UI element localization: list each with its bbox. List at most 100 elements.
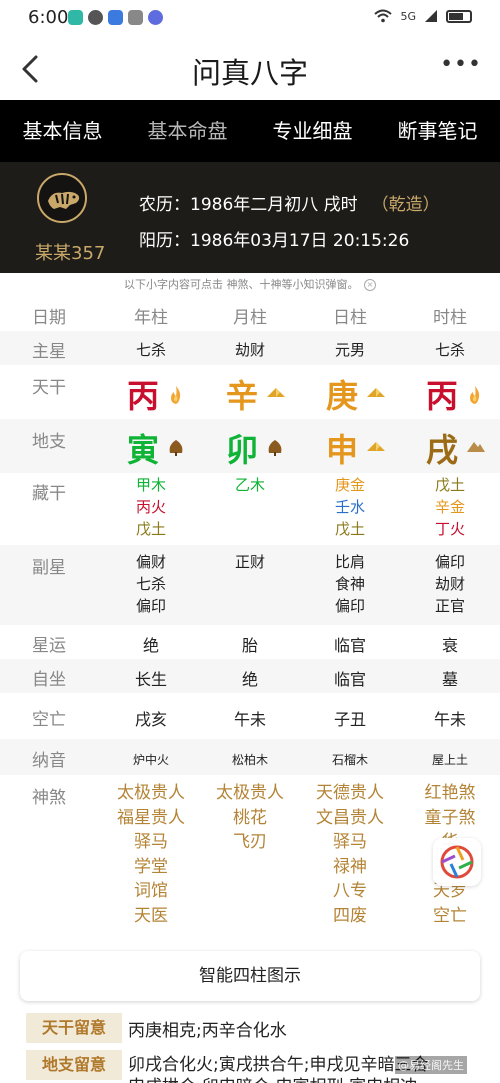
lunar-label: 农历： [139,195,190,215]
void-cell[interactable]: 戌亥 [101,706,201,730]
star-fortune-cell[interactable]: 临官 [300,632,400,656]
hidden-stem: 戊土 [434,476,465,494]
spirit-item[interactable]: 学堂 [101,855,201,880]
branch-cell[interactable]: 卯 [200,425,300,469]
hidden-stem: 乙木 [234,476,265,494]
self-seat-cell[interactable]: 绝 [200,666,300,690]
tab-professional-chart[interactable]: 专业细盘 [250,100,375,162]
hidden-stem: 甲木 [135,476,166,494]
hidden-stem-cell[interactable]: 乙木 [200,474,300,496]
self-seat-cell[interactable]: 墓 [400,666,500,690]
stem-note-badge: 天干留意 [26,1013,122,1043]
secondary-star-cell[interactable]: 偏印 劫财 正官 [400,551,500,617]
nayin-cell[interactable]: 松柏木 [200,751,300,768]
secondary-star-cell[interactable]: 比肩 食神 偏印 [300,551,400,617]
spirit-item[interactable]: 红艳煞 [400,781,500,806]
branch-char: 戌 [426,431,459,469]
secondary-star-cell[interactable]: 正财 [200,551,300,573]
tiger-icon [48,191,80,209]
main-star-cell[interactable]: 劫财 [200,339,300,360]
avatar[interactable] [37,173,87,223]
wifi-icon [374,9,393,23]
lunar-date: 农历：1986年二月初八 戌时 （乾造） [139,190,440,215]
spirit-cell: 太极贵人 桃花 飞刃 [200,781,300,855]
spirit-item[interactable]: 禄神 [300,855,400,880]
void-cell[interactable]: 午未 [400,706,500,730]
spirit-item[interactable]: 飞刃 [200,830,300,855]
column-day: 日柱 [333,308,367,328]
more-options-button[interactable]: ••• [440,52,482,77]
spirit-item[interactable]: 天德贵人 [300,781,400,806]
main-star-cell[interactable]: 七杀 [400,339,500,360]
void-cell[interactable]: 子丑 [300,706,400,730]
star-fortune-cell[interactable]: 绝 [101,632,201,656]
spirit-item[interactable]: 四废 [300,904,400,929]
close-icon[interactable]: × [364,279,376,291]
hidden-stem-cell[interactable]: 庚金 壬水 戊土 [300,474,400,540]
spirit-item[interactable]: 福星贵人 [101,806,201,831]
smart-chart-button[interactable]: 智能四柱图示 [20,951,480,1001]
hidden-stem-row: 藏干 甲木 丙火 戊土 乙木 庚金 壬水 戊土 戊土 辛金 丁火 [0,473,500,545]
secondary-star: 偏印 [434,553,465,571]
spirit-item[interactable]: 太极贵人 [101,781,201,806]
stem-cell[interactable]: 辛 [200,371,300,415]
nayin-cell[interactable]: 石榴木 [300,751,400,768]
stem-cell[interactable]: 庚 [300,371,400,415]
solar-label: 阳历： [139,231,190,251]
main-star-cell[interactable]: 七杀 [101,339,201,360]
branch-cell[interactable]: 戌 [400,425,500,469]
signal-icon [425,10,437,22]
column-hour: 时柱 [433,308,467,328]
star-fortune-cell[interactable]: 胎 [200,632,300,656]
metal-icon [367,442,385,451]
spirit-item[interactable]: 天医 [101,904,201,929]
tab-basic-chart[interactable]: 基本命盘 [125,100,250,162]
self-seat-cell[interactable]: 长生 [101,666,201,690]
secondary-star-cell[interactable]: 偏财 七杀 偏印 [101,551,201,617]
main-star-cell[interactable]: 元男 [300,339,400,360]
spirit-item[interactable]: 驿马 [101,830,201,855]
spirit-item[interactable]: 太极贵人 [200,781,300,806]
tip-notice: 以下小字内容可点击 神煞、十神等小知识弹窗。 × [0,273,500,297]
tab-basic-info[interactable]: 基本信息 [0,100,125,162]
nayin-cell[interactable]: 屋上土 [400,751,500,768]
branch-cell[interactable]: 申 [300,425,400,469]
main-star-row: 主星 七杀 劫财 元男 七杀 [0,331,500,365]
column-year: 年柱 [134,308,168,328]
hidden-stem-cell[interactable]: 甲木 丙火 戊土 [101,474,201,540]
stem-note-text[interactable]: 丙庚相克;丙辛合化水 [128,1016,287,1041]
branch-note-text-continued[interactable]: 申戌拱合;卯申暗合;申寅相刑;寅申相冲 [128,1072,417,1083]
row-label-self-seat: 自坐 [32,670,66,690]
profile-name: 某某357 [35,243,106,264]
watermark: @易经阁先生 [395,1056,467,1074]
spirit-item[interactable]: 文昌贵人 [300,806,400,831]
aperture-icon [440,845,474,879]
branch-char: 卯 [226,431,259,469]
floating-shortcut-button[interactable] [433,838,481,886]
spirit-item[interactable]: 童子煞 [400,806,500,831]
stem-cell[interactable]: 丙 [400,371,500,415]
tab-notes[interactable]: 断事笔记 [375,100,500,162]
spirit-item[interactable]: 驿马 [300,830,400,855]
stem-cell[interactable]: 丙 [101,371,201,415]
spirit-item[interactable]: 八专 [300,879,400,904]
hidden-stem: 戊土 [135,520,166,538]
star-fortune-cell[interactable]: 衰 [400,632,500,656]
stem-note-row: 天干留意 丙庚相克;丙辛合化水 [18,1012,482,1044]
spirit-item[interactable]: 桃花 [200,806,300,831]
spirit-item[interactable]: 空亡 [400,904,500,929]
spirit-item[interactable]: 词馆 [101,879,201,904]
nayin-cell[interactable]: 炉中火 [101,751,201,768]
battery-icon [446,9,472,23]
app-notification-icon [68,10,83,25]
self-seat-cell[interactable]: 临官 [300,666,400,690]
hidden-stem-cell[interactable]: 戊土 辛金 丁火 [400,474,500,540]
app-icon [128,10,143,25]
wood-icon [268,440,282,456]
void-cell[interactable]: 午未 [200,706,300,730]
secondary-star: 食神 [334,575,365,593]
star-fortune-row: 星运 绝 胎 临官 衰 [0,625,500,659]
branch-cell[interactable]: 寅 [101,425,201,469]
row-label-date: 日期 [32,308,66,328]
secondary-star: 偏财 [135,553,166,571]
